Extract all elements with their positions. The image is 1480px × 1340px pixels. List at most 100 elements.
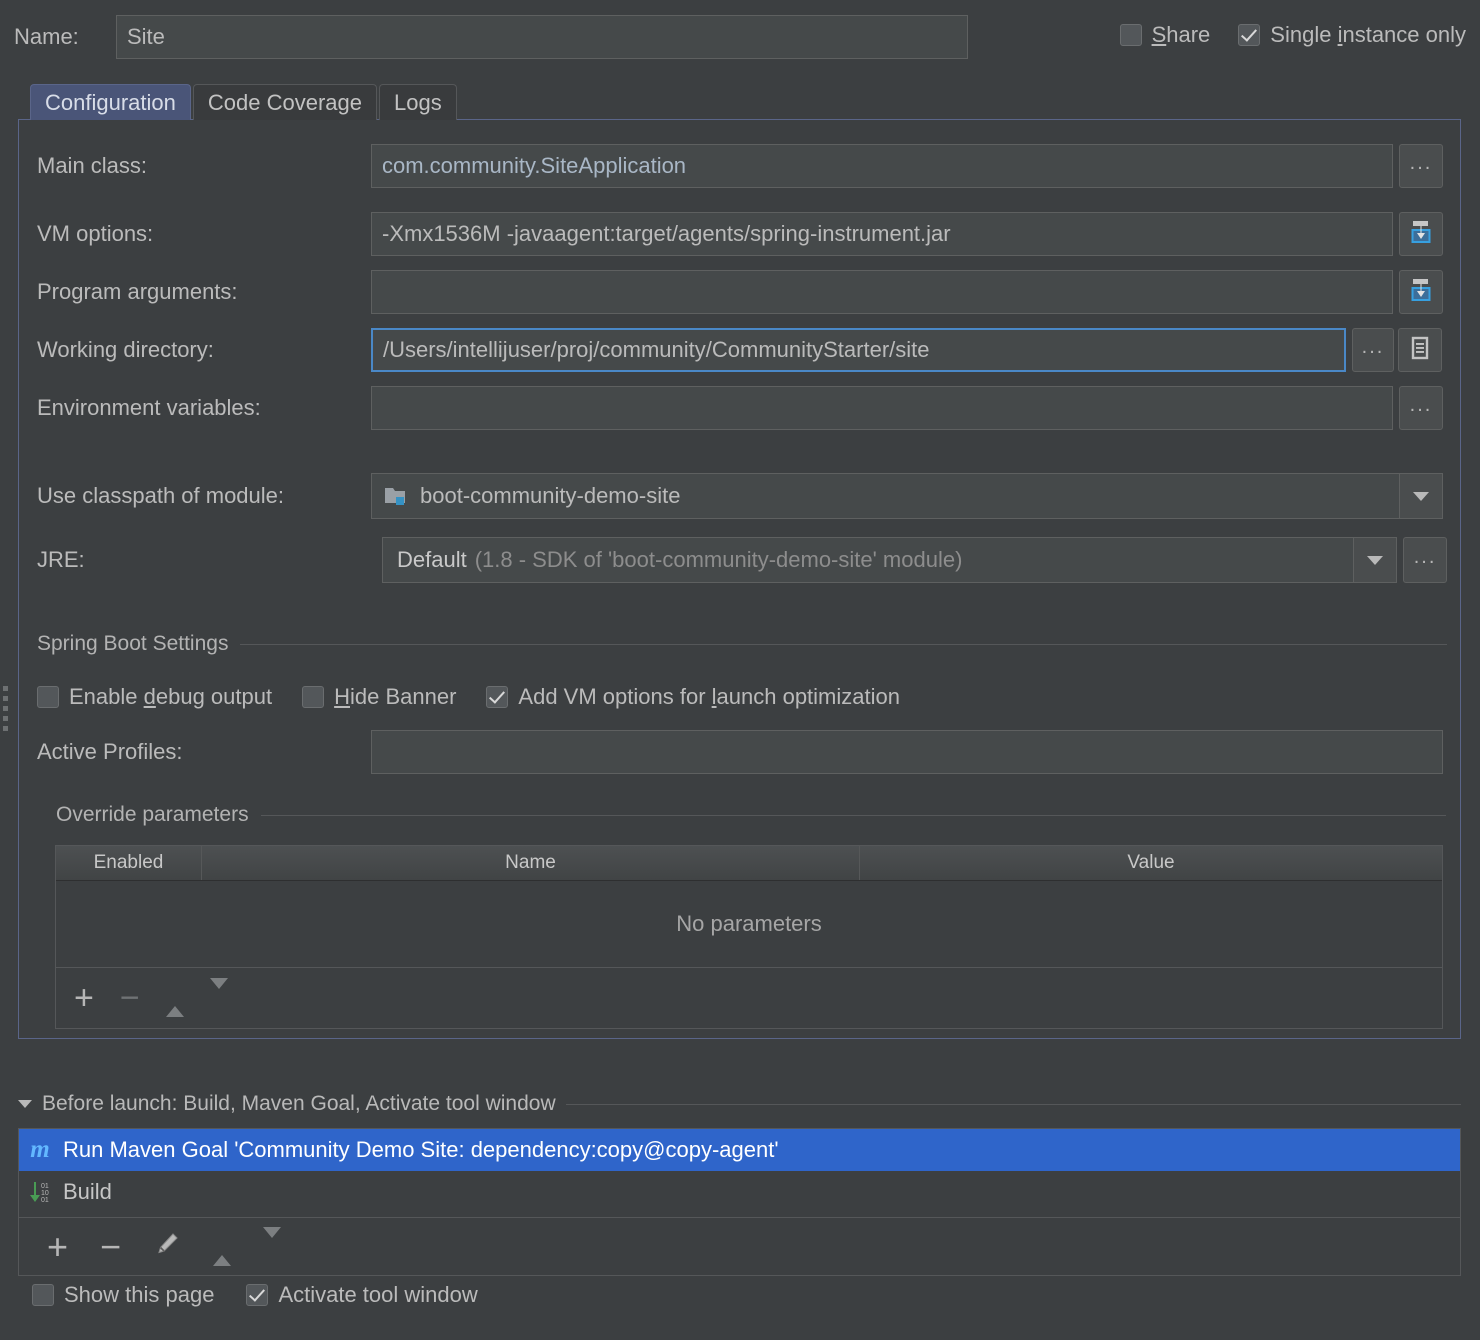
expand-editor-icon — [1408, 219, 1434, 250]
environment-variables-row: Environment variables: ... — [37, 386, 1447, 430]
pencil-icon — [153, 1230, 181, 1258]
svg-text:01: 01 — [41, 1197, 49, 1204]
program-arguments-expand-button[interactable] — [1399, 270, 1443, 314]
hide-banner-checkbox[interactable]: Hide Banner — [302, 684, 456, 710]
main-class-value: com.community.SiteApplication — [382, 153, 686, 179]
remove-parameter-button[interactable]: − — [120, 981, 140, 1015]
hide-banner-checkbox-box[interactable] — [302, 686, 324, 708]
show-this-page-label: Show this page — [64, 1282, 214, 1308]
build-icon: 01 10 01 — [27, 1178, 53, 1206]
override-parameters-empty-text: No parameters — [676, 911, 822, 937]
active-profiles-input[interactable] — [371, 730, 1443, 774]
before-launch-task-maven-label: Run Maven Goal 'Community Demo Site: dep… — [63, 1137, 779, 1163]
add-vm-options-launch-optimization-checkbox-box[interactable] — [486, 686, 508, 708]
single-instance-only-checkbox[interactable]: Single instance only — [1238, 22, 1466, 48]
header-checkbox-group: Share Single instance only — [1120, 22, 1466, 48]
jre-chevron-down-icon[interactable] — [1353, 538, 1396, 582]
add-vm-options-launch-optimization-checkbox[interactable]: Add VM options for launch optimization — [486, 684, 900, 710]
tab-code-coverage[interactable]: Code Coverage — [193, 84, 377, 120]
vm-options-label: VM options: — [37, 221, 371, 247]
before-launch-header[interactable]: Before launch: Build, Maven Goal, Activa… — [18, 1092, 1461, 1116]
spring-boot-settings-group-title: Spring Boot Settings — [37, 632, 1447, 656]
configuration-name-value: Site — [127, 24, 165, 50]
column-header-enabled[interactable]: Enabled — [56, 846, 202, 880]
edit-task-button[interactable] — [153, 1230, 181, 1263]
classpath-module-label: Use classpath of module: — [37, 483, 371, 509]
enable-debug-output-checkbox[interactable]: Enable debug output — [37, 684, 272, 710]
main-class-label: Main class: — [37, 153, 371, 179]
column-header-name[interactable]: Name — [202, 846, 860, 880]
program-arguments-row: Program arguments: — [37, 270, 1447, 314]
jre-value: Default — [397, 547, 467, 573]
svg-text:01: 01 — [41, 1183, 49, 1190]
svg-text:10: 10 — [41, 1190, 49, 1197]
override-parameters-table: Enabled Name Value No parameters + − — [55, 845, 1443, 1029]
before-launch-task-build[interactable]: 01 10 01 Build — [19, 1171, 1460, 1213]
insert-macro-icon — [1408, 335, 1432, 366]
main-class-input[interactable]: com.community.SiteApplication — [371, 144, 1393, 188]
name-label: Name: — [14, 24, 114, 50]
column-header-value[interactable]: Value — [860, 846, 1442, 880]
environment-variables-input[interactable] — [371, 386, 1393, 430]
add-parameter-button[interactable]: + — [74, 981, 94, 1015]
share-checkbox[interactable]: Share — [1120, 22, 1211, 48]
activate-tool-window-label: Activate tool window — [278, 1282, 477, 1308]
environment-variables-label: Environment variables: — [37, 395, 371, 421]
classpath-module-row: Use classpath of module: boot-community-… — [37, 473, 1447, 519]
configuration-name-input[interactable]: Site — [116, 15, 968, 59]
single-instance-only-checkbox-box[interactable] — [1238, 24, 1260, 46]
activate-tool-window-checkbox[interactable]: Activate tool window — [246, 1282, 477, 1308]
activate-tool-window-checkbox-box[interactable] — [246, 1284, 268, 1306]
before-launch-task-maven[interactable]: m Run Maven Goal 'Community Demo Site: d… — [19, 1129, 1460, 1171]
classpath-module-dropdown[interactable]: boot-community-demo-site — [371, 473, 1443, 519]
classpath-module-chevron-down-icon[interactable] — [1399, 474, 1442, 518]
before-launch-task-list[interactable]: m Run Maven Goal 'Community Demo Site: d… — [18, 1128, 1461, 1218]
working-directory-row: Working directory: /Users/intellijuser/p… — [37, 328, 1447, 372]
active-profiles-label: Active Profiles: — [37, 739, 371, 765]
spring-boot-settings-label: Spring Boot Settings — [37, 632, 228, 656]
jre-dropdown[interactable]: Default (1.8 - SDK of 'boot-community-de… — [382, 537, 1397, 583]
move-up-button[interactable] — [166, 989, 184, 1007]
override-parameters-label: Override parameters — [56, 803, 249, 827]
program-arguments-label: Program arguments: — [37, 279, 371, 305]
share-label: Share — [1152, 22, 1211, 48]
vm-options-row: VM options: -Xmx1536M -javaagent:target/… — [37, 212, 1447, 256]
active-profiles-row: Active Profiles: — [37, 730, 1447, 774]
enable-debug-output-label: Enable debug output — [69, 684, 272, 710]
run-configuration-dialog: Name: Site Share Single instance only Co… — [0, 0, 1480, 1340]
vm-options-expand-button[interactable] — [1399, 212, 1443, 256]
jre-value-detail: (1.8 - SDK of 'boot-community-demo-site'… — [475, 547, 1353, 573]
environment-variables-browse-button[interactable]: ... — [1399, 386, 1443, 430]
add-vm-options-launch-optimization-label: Add VM options for launch optimization — [518, 684, 900, 710]
bottom-checkbox-group: Show this page Activate tool window — [32, 1282, 478, 1308]
move-task-down-button[interactable] — [263, 1238, 281, 1256]
classpath-module-value: boot-community-demo-site — [420, 483, 1399, 509]
share-checkbox-box[interactable] — [1120, 24, 1142, 46]
jre-label: JRE: — [37, 547, 382, 573]
move-down-button[interactable] — [210, 989, 228, 1007]
add-task-button[interactable]: + — [47, 1229, 68, 1265]
working-directory-browse-button[interactable]: ... — [1352, 328, 1394, 372]
working-directory-input[interactable]: /Users/intellijuser/proj/community/Commu… — [371, 328, 1346, 372]
before-launch-title: Before launch: Build, Maven Goal, Activa… — [42, 1092, 556, 1116]
jre-row: JRE: Default (1.8 - SDK of 'boot-communi… — [37, 537, 1447, 583]
spring-boot-checkbox-group: Enable debug output Hide Banner Add VM o… — [37, 680, 900, 714]
jre-browse-button[interactable]: ... — [1403, 537, 1447, 583]
enable-debug-output-checkbox-box[interactable] — [37, 686, 59, 708]
main-class-row: Main class: com.community.SiteApplicatio… — [37, 144, 1447, 188]
show-this-page-checkbox-box[interactable] — [32, 1284, 54, 1306]
override-parameters-toolbar: + − — [56, 968, 1442, 1028]
show-this-page-checkbox[interactable]: Show this page — [32, 1282, 214, 1308]
remove-task-button[interactable]: − — [100, 1229, 121, 1265]
single-instance-only-label: Single instance only — [1270, 22, 1466, 48]
tab-logs[interactable]: Logs — [379, 84, 457, 120]
tab-configuration[interactable]: Configuration — [30, 84, 191, 120]
main-class-browse-button[interactable]: ... — [1399, 144, 1443, 188]
splitter-drag-handle[interactable] — [3, 686, 13, 731]
move-task-up-button[interactable] — [213, 1238, 231, 1256]
working-directory-macro-button[interactable] — [1398, 328, 1442, 372]
vm-options-input[interactable]: -Xmx1536M -javaagent:target/agents/sprin… — [371, 212, 1393, 256]
override-parameters-table-header: Enabled Name Value — [56, 846, 1442, 881]
program-arguments-input[interactable] — [371, 270, 1393, 314]
collapse-caret-icon[interactable] — [18, 1100, 32, 1108]
